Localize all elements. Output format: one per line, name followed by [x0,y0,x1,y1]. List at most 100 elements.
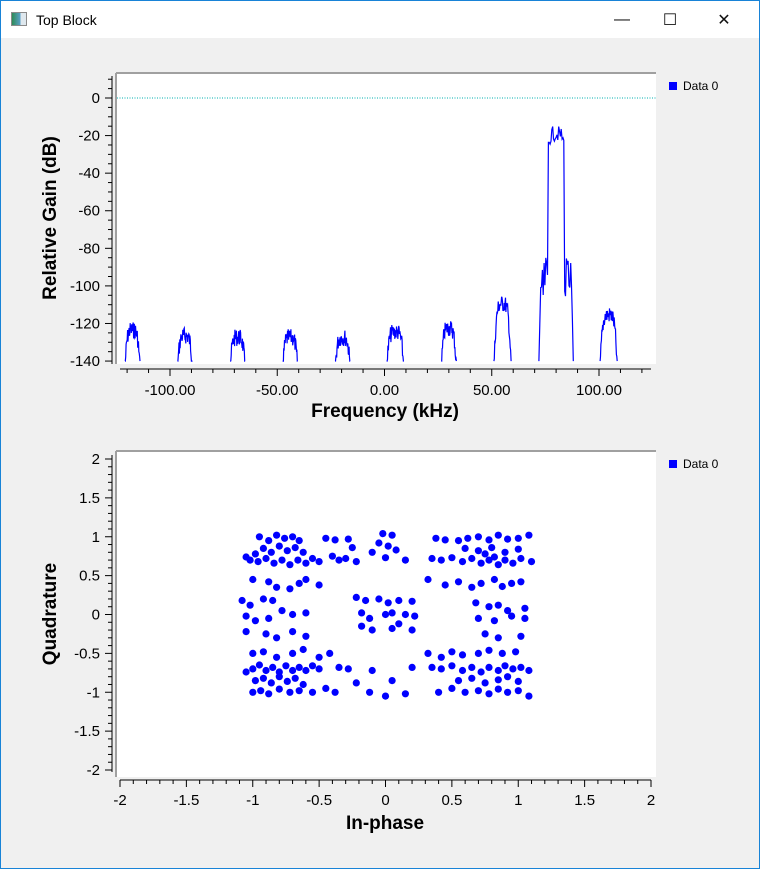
scatter-point [477,559,485,567]
scatter-point [278,607,286,615]
y-tick-label: -20 [78,128,100,145]
scatter-point [381,610,390,619]
scatter-point [352,593,360,602]
scatter-point [289,628,297,636]
y-tick-label: -60 [78,203,100,220]
frequency-plot[interactable]: 0-20-40-60-80-100-120-140-100.00 -50.00 0.… [0,0,760,869]
scatter-point [441,581,449,589]
y-tick-label: -0.5 [74,645,100,662]
scatter-point [275,542,283,550]
scatter-point [242,553,250,561]
scatter-point [501,662,509,670]
scatter-point [461,544,469,553]
x-tick-label: -50.00 [256,382,299,399]
y-tick-label: -140 [70,353,100,370]
scatter-point [322,534,330,542]
scatter-point [262,554,270,563]
scatter-point [328,552,336,560]
scatter-point [485,536,493,544]
scatter-point [448,662,456,670]
scatter-point [411,612,419,620]
scatter-point [408,626,416,634]
scatter-point [342,554,350,563]
scatter-point [278,556,286,564]
x-tick-label: 50.00 [473,382,511,399]
scatter-point [388,531,396,539]
scatter-point [368,548,376,556]
y-axis-title: Relative Gain (dB) [40,136,61,300]
scatter-point [525,531,533,539]
scatter-point [286,585,294,593]
scatter-point [494,601,502,609]
scatter-point [302,559,310,567]
scatter-point [242,668,250,676]
scatter-point [458,666,467,675]
scatter-point [488,544,496,552]
scatter-point [388,677,396,685]
scatter-point [490,575,498,584]
scatter-point [289,533,297,541]
scatter-point [352,679,360,687]
scatter-point [368,626,376,634]
scatter-point [454,578,463,586]
y-tick-label: 1.5 [79,490,100,507]
scatter-point [527,558,536,566]
scatter-point [283,677,291,686]
scatter-point [521,614,529,623]
scatter-point [381,692,390,700]
scatter-point [358,609,366,617]
scatter-point [508,612,516,620]
scatter-point [331,688,339,696]
legend-swatch [669,460,677,468]
scatter-point [521,604,529,612]
scatter-point [375,595,383,603]
scatter-point [517,632,525,640]
y-tick-label: -2 [87,762,100,779]
y-axis-title: Quadrature [40,563,61,665]
x-tick-label: -100.00 [145,382,196,399]
scatter-point [511,648,520,656]
x-axis-title: In-phase [346,813,424,834]
scatter-point [388,609,396,617]
scatter-point [474,533,482,541]
scatter-point [251,617,259,625]
scatter-point [265,614,273,623]
scatter-point [255,661,263,669]
scatter-point [458,558,467,566]
scatter-point [315,653,323,661]
scatter-point [454,677,463,685]
scatter-point [375,539,383,547]
scatter-point [273,583,281,591]
scatter-point [344,665,352,673]
scatter-point [302,666,310,675]
scatter-point [238,596,246,605]
scatter-point [259,595,267,603]
scatter-point [437,665,445,673]
scatter-point [428,663,436,672]
scatter-point [249,575,257,584]
scatter-point [428,554,436,563]
scatter-point [517,554,525,563]
x-tick-label: 1 [514,792,522,809]
scatter-point [494,531,502,539]
scatter-point [246,601,254,609]
scatter-point [401,556,409,564]
scatter-point [401,610,409,619]
scatter-point [509,559,517,567]
scatter-point [454,537,463,545]
x-tick-label: 1.5 [574,792,595,809]
scatter-point [468,663,476,672]
y-tick-label: 0 [92,607,100,624]
scatter-point [262,630,270,638]
constellation-legend: Data 0 [669,457,718,471]
scatter-point [269,596,277,605]
scatter-point [395,620,403,628]
scatter-point [262,666,270,675]
x-tick-label: -0.5 [306,792,332,809]
x-tick-label: 100.00 [576,382,622,399]
x-tick-label: 2 [647,792,655,809]
scatter-point [485,646,493,654]
scatter-point [464,534,472,542]
scatter-point [251,550,259,558]
scatter-point [384,542,392,550]
